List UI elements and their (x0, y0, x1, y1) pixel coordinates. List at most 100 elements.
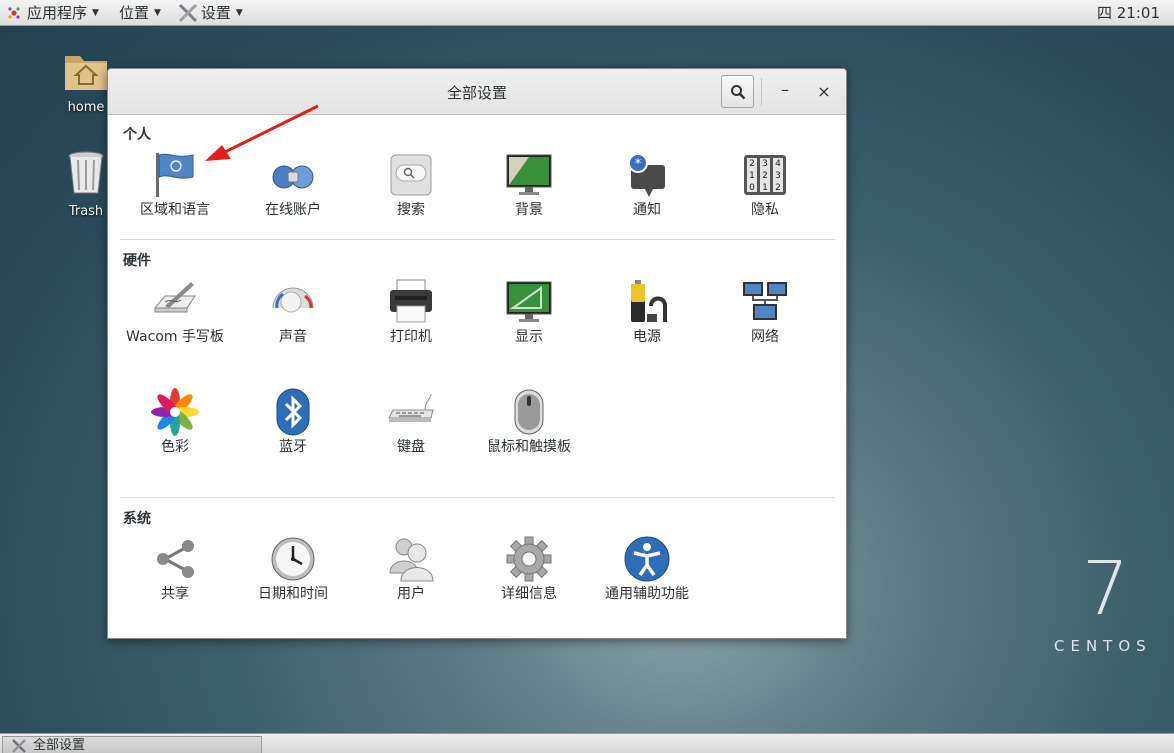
svg-text:*: * (635, 157, 642, 172)
settings-item-power[interactable]: 电源 (597, 278, 697, 347)
svg-text:2: 2 (775, 183, 781, 193)
clock[interactable]: 四 21:01 (1097, 0, 1160, 26)
minimize-button[interactable]: – (774, 81, 796, 103)
settings-item-color[interactable]: 色彩 (125, 388, 225, 457)
settings-item-sound[interactable]: 声音 (243, 278, 343, 347)
display-icon (506, 281, 552, 322)
background-icon (506, 154, 552, 195)
settings-item-network[interactable]: 网络 (715, 278, 815, 347)
settings-item-label: 共享 (161, 586, 189, 602)
places-menu[interactable]: 位置 ▼ (113, 0, 167, 26)
settings-item-date-time[interactable]: 日期和时间 (243, 535, 343, 604)
settings-item-label: 区域和语言 (140, 202, 210, 218)
settings-item-label: 声音 (279, 329, 307, 345)
settings-item-label: 色彩 (161, 439, 189, 455)
settings-item-label: 在线账户 (265, 202, 321, 218)
settings-window: 全部设置 – × 个人 区域和语言 在线账户 搜索 背景 * 通知 2 1 0 … (107, 68, 847, 639)
privacy-lock-icon: 210 321 432 (744, 155, 786, 195)
settings-item-wacom[interactable]: Wacom 手写板 (125, 278, 225, 347)
settings-item-details[interactable]: 详细信息 (479, 535, 579, 604)
section-title-hardware: 硬件 (123, 253, 151, 269)
sound-icon (272, 287, 314, 313)
svg-text:3: 3 (762, 159, 768, 169)
power-battery-icon (631, 280, 667, 322)
settings-item-label: 日期和时间 (258, 586, 328, 602)
settings-item-label: 用户 (397, 586, 425, 602)
mouse-icon (514, 389, 544, 435)
flag-icon (156, 153, 194, 197)
clock-icon (271, 537, 315, 581)
settings-item-online-accounts[interactable]: 在线账户 (243, 151, 343, 220)
settings-item-label: 详细信息 (501, 586, 557, 602)
taskbar-window-button[interactable]: 全部设置 (2, 736, 262, 753)
settings-item-sharing[interactable]: 共享 (125, 535, 225, 604)
settings-item-label: 键盘 (397, 439, 425, 455)
accessibility-icon (624, 536, 670, 582)
section-title-system: 系统 (123, 511, 151, 527)
svg-text:2: 2 (762, 171, 768, 181)
settings-item-users[interactable]: 用户 (361, 535, 461, 604)
printer-icon (390, 279, 432, 323)
settings-item-privacy[interactable]: 210 321 432 隐私 (715, 151, 815, 220)
centos-logo-number: 7 (1082, 546, 1130, 632)
svg-text:1: 1 (749, 171, 755, 181)
top-panel: 应用程序 ▼ 位置 ▼ 设置 ▼ 四 21:01 (0, 0, 1174, 26)
online-accounts-icon (272, 165, 314, 189)
applications-menu-label: 应用程序 (27, 4, 88, 22)
settings-item-bluetooth[interactable]: 蓝牙 (243, 388, 343, 457)
settings-item-region-language[interactable]: 区域和语言 (125, 151, 225, 220)
notification-icon: * (628, 153, 665, 197)
bottom-panel: 全部设置 (0, 733, 1174, 753)
settings-item-label: 电源 (633, 329, 661, 345)
settings-item-label: 隐私 (751, 202, 779, 218)
settings-item-label: 通知 (633, 202, 661, 218)
taskbar-window-label: 全部设置 (33, 738, 86, 753)
settings-item-mouse-touchpad[interactable]: 鼠标和触摸板 (479, 388, 579, 457)
settings-item-label: 通用辅助功能 (605, 586, 689, 602)
svg-text:4: 4 (775, 159, 781, 169)
settings-item-label: 显示 (515, 329, 543, 345)
search-button[interactable] (721, 75, 754, 108)
section-divider (120, 497, 835, 498)
titlebar-separator (761, 78, 762, 106)
section-divider (120, 239, 835, 240)
settings-item-background[interactable]: 背景 (479, 151, 579, 220)
svg-text:1: 1 (762, 183, 768, 193)
gnome-foot-icon (8, 6, 20, 19)
settings-item-printers[interactable]: 打印机 (361, 278, 461, 347)
trash-icon (68, 151, 104, 194)
settings-item-search[interactable]: 搜索 (361, 151, 461, 220)
users-icon (389, 538, 434, 582)
settings-menu-label: 设置 (200, 4, 231, 22)
settings-item-label: 打印机 (390, 329, 432, 345)
svg-text:3: 3 (775, 171, 781, 181)
home-folder-icon (65, 56, 107, 90)
settings-item-accessibility[interactable]: 通用辅助功能 (597, 535, 697, 604)
settings-item-notifications[interactable]: * 通知 (597, 151, 697, 220)
places-menu-label: 位置 (118, 4, 149, 22)
section-title-personal: 个人 (123, 127, 151, 143)
tools-icon (12, 739, 26, 753)
bluetooth-icon (276, 388, 310, 436)
search-settings-icon (390, 154, 432, 196)
window-titlebar[interactable]: 全部设置 – × (108, 69, 846, 115)
close-button[interactable]: × (813, 81, 835, 103)
tools-icon (178, 3, 197, 22)
settings-item-label: 背景 (515, 202, 543, 218)
gear-details-icon (506, 536, 552, 582)
settings-item-keyboard[interactable]: 键盘 (361, 388, 461, 457)
settings-item-display[interactable]: 显示 (479, 278, 579, 347)
svg-text:2: 2 (749, 159, 755, 169)
centos-logo-text: CENTOS (1054, 637, 1152, 655)
network-icon (743, 282, 787, 320)
keyboard-icon (388, 393, 434, 422)
settings-menu[interactable]: 设置 ▼ (171, 0, 249, 26)
color-icon (151, 388, 199, 436)
settings-item-label: 蓝牙 (279, 439, 307, 455)
applications-menu[interactable]: 应用程序 ▼ (0, 0, 105, 26)
settings-item-label: Wacom 手写板 (126, 329, 224, 345)
chevron-down-icon: ▼ (153, 7, 161, 18)
settings-item-label: 搜索 (397, 202, 425, 218)
chevron-down-icon: ▼ (92, 7, 99, 18)
settings-item-label: 网络 (751, 329, 779, 345)
